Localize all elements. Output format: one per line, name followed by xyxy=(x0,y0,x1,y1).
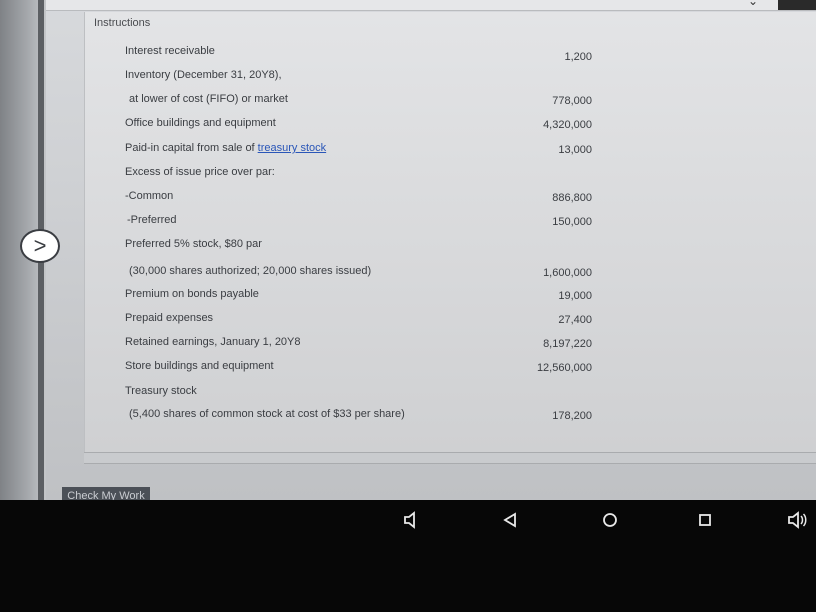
account-label: Preferred 5% stock, $80 par xyxy=(125,238,262,250)
account-label: Retained earnings, January 1, 20Y8 xyxy=(125,336,301,348)
account-amount: 778,000 xyxy=(552,95,592,107)
account-label: Prepaid expenses xyxy=(125,312,213,324)
account-label: Premium on bonds payable xyxy=(125,288,259,300)
account-label: Office buildings and equipment xyxy=(125,117,276,129)
account-label-text: -Common xyxy=(125,190,174,202)
account-label-text: Treasury stock xyxy=(125,385,197,397)
account-label-text: Retained earnings, January 1, 20Y8 xyxy=(125,336,301,348)
account-amount: 1,200 xyxy=(564,51,592,63)
top-right-tab xyxy=(778,0,816,10)
chevron-right-icon: > xyxy=(33,233,47,258)
account-amount: 886,800 xyxy=(552,192,592,204)
account-label: Paid-in capital from sale of treasury st… xyxy=(125,142,326,154)
account-amount: 178,200 xyxy=(552,410,592,422)
account-label-text: Interest receivable xyxy=(125,45,215,57)
account-label: Excess of issue price over par: xyxy=(125,166,275,178)
account-label: (5,400 shares of common stock at cost of… xyxy=(129,408,405,420)
back-icon[interactable] xyxy=(495,505,525,535)
next-arrow-button[interactable]: > xyxy=(20,229,60,263)
chevron-down-icon[interactable]: ⌄ xyxy=(748,0,758,8)
account-label-text: Office buildings and equipment xyxy=(125,117,276,129)
account-label-text: Paid-in capital from sale of xyxy=(125,142,258,154)
top-strip: ⌄ xyxy=(46,0,816,11)
account-amount: 27,400 xyxy=(558,314,592,326)
account-label-text: (30,000 shares authorized; 20,000 shares… xyxy=(129,265,372,277)
account-amount: 12,560,000 xyxy=(536,362,592,374)
account-label: -Common xyxy=(125,190,173,202)
volume-down-icon[interactable] xyxy=(396,505,426,535)
account-label-text: Premium on bonds payable xyxy=(125,288,259,300)
account-amount: 1,600,000 xyxy=(543,267,592,279)
treasury-stock-link[interactable]: treasury stock xyxy=(258,142,326,154)
account-label-text: Prepaid expenses xyxy=(125,312,214,324)
account-label: at lower of cost (FIFO) or market xyxy=(129,93,288,105)
account-label: (30,000 shares authorized; 20,000 shares… xyxy=(129,265,371,277)
recents-icon[interactable] xyxy=(690,505,720,535)
panel-bottom-divider xyxy=(84,452,816,464)
account-label-text: -Preferred xyxy=(127,214,177,226)
account-amount: 13,000 xyxy=(558,144,592,156)
account-label: -Preferred xyxy=(127,214,177,226)
account-label: Interest receivable xyxy=(125,45,215,57)
account-label-text: at lower of cost (FIFO) or market xyxy=(129,93,288,105)
volume-up-icon[interactable] xyxy=(782,505,812,535)
account-label: Inventory (December 31, 20Y8), xyxy=(125,69,282,81)
account-label: Treasury stock xyxy=(125,385,197,397)
account-amount: 4,320,000 xyxy=(543,119,592,131)
account-label-text: Excess of issue price over par: xyxy=(125,166,275,178)
account-amount: 150,000 xyxy=(552,216,592,228)
account-label: Store buildings and equipment xyxy=(125,360,274,372)
account-label-text: Preferred 5% stock, $80 par xyxy=(125,238,262,250)
home-icon[interactable] xyxy=(595,505,625,535)
account-label-text: Inventory (December 31, 20Y8), xyxy=(125,69,282,81)
account-amount: 8,197,220 xyxy=(543,338,592,350)
account-label-text: Store buildings and equipment xyxy=(125,360,274,372)
account-amount: 19,000 xyxy=(558,290,592,302)
account-label-text: (5,400 shares of common stock at cost of… xyxy=(129,408,405,420)
instructions-tab-label[interactable]: Instructions xyxy=(94,17,150,29)
